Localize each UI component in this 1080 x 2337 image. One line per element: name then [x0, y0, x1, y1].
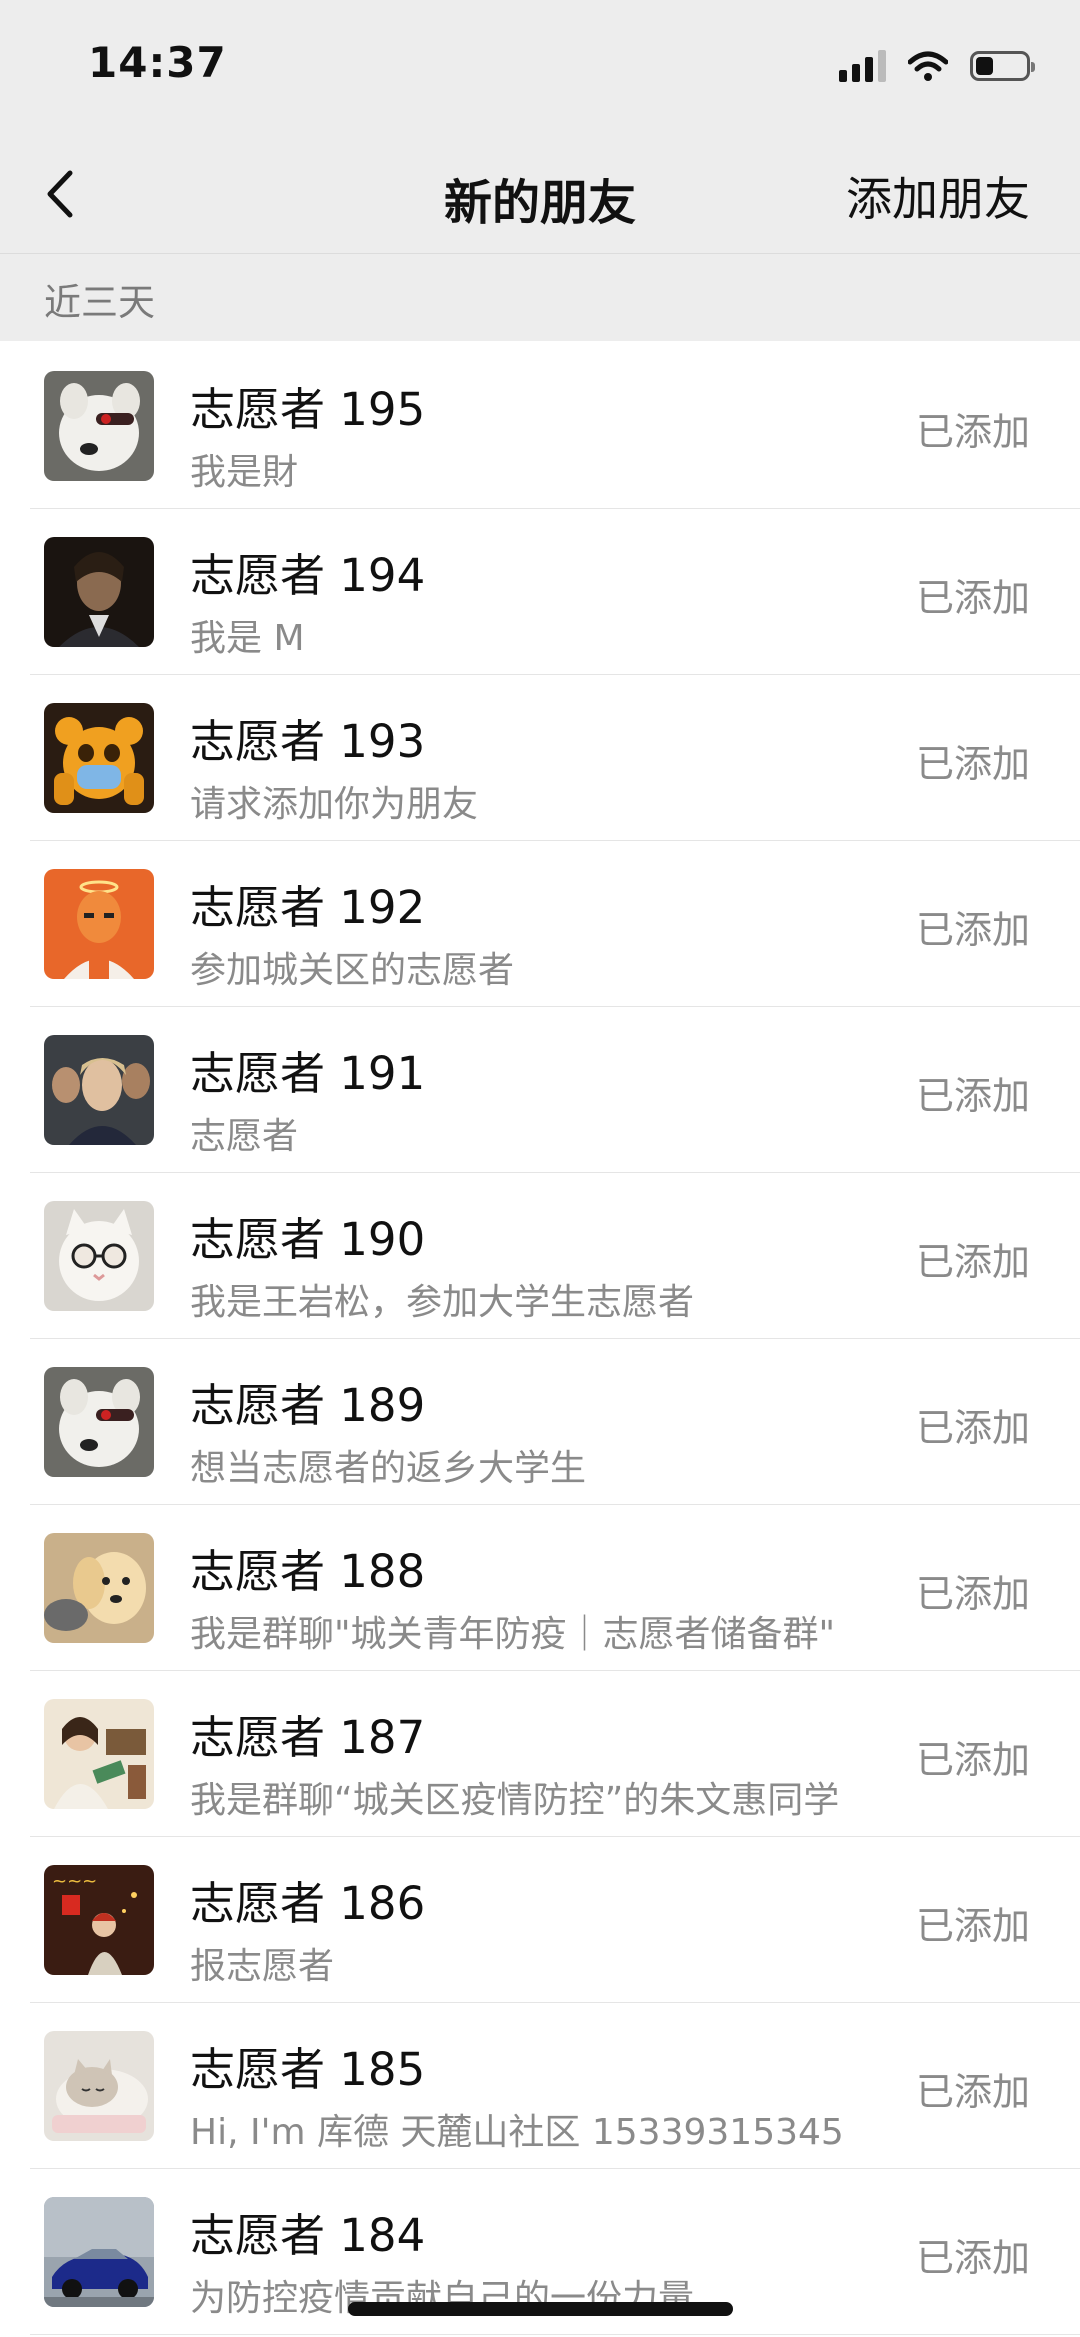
orange-character-avatar[interactable]	[44, 869, 154, 979]
navigation-bar: 新的朋友 添加朋友	[0, 135, 1080, 253]
friend-request-row[interactable]: ~~~ 志愿者 186 报志愿者 已添加	[0, 1837, 1080, 2003]
friend-request-list: 志愿者 195 我是財 已添加 志愿者 194 我是 M 已添加 志愿者 193…	[0, 343, 1080, 2335]
avatar-image	[44, 1201, 154, 1311]
dark-portrait-avatar[interactable]	[44, 537, 154, 647]
home-indicator[interactable]	[348, 2302, 733, 2316]
avatar-image	[44, 1035, 154, 1145]
add-friend-button[interactable]: 添加朋友	[846, 163, 1030, 229]
friend-request-row[interactable]: 志愿者 185 Hi, I'm 库德 天麓山社区 15339315345 已添加	[0, 2003, 1080, 2169]
friend-request-message: 想当志愿者的返乡大学生	[190, 1448, 587, 1489]
added-status-label: 已添加	[915, 2070, 1030, 2114]
added-status-label: 已添加	[915, 1074, 1030, 1118]
avatar-image	[44, 1367, 154, 1477]
friend-name: 志愿者 188	[190, 1545, 426, 1598]
friend-request-message: 我是王岩松，参加大学生志愿者	[190, 1282, 695, 1323]
friend-name: 志愿者 190	[190, 1213, 426, 1266]
friend-request-message: 我是 M	[190, 618, 305, 659]
friend-request-message: 我是財	[190, 452, 299, 493]
friend-name: 志愿者 187	[190, 1711, 426, 1764]
avatar-image	[44, 1699, 154, 1809]
battery-icon	[970, 51, 1035, 81]
friend-name: 志愿者 186	[190, 1877, 426, 1930]
added-status-label: 已添加	[915, 1240, 1030, 1284]
friend-name: 志愿者 191	[190, 1047, 426, 1100]
added-status-label: 已添加	[915, 742, 1030, 786]
friend-request-message: 我是群聊“城关区疫情防控”的朱文惠同学	[190, 1780, 840, 1821]
friend-request-row[interactable]: 志愿者 195 我是財 已添加	[0, 343, 1080, 509]
section-label: 近三天	[44, 281, 155, 324]
masked-bear-avatar[interactable]	[44, 703, 154, 813]
avatar-image	[44, 2197, 154, 2307]
avatar-image	[44, 703, 154, 813]
wifi-icon	[908, 51, 948, 81]
blue-car-avatar[interactable]	[44, 2197, 154, 2307]
added-status-label: 已添加	[915, 1406, 1030, 1450]
friend-name: 志愿者 184	[190, 2209, 426, 2262]
avatar-image	[44, 371, 154, 481]
friend-request-row[interactable]: 志愿者 191 志愿者 已添加	[0, 1007, 1080, 1173]
white-dog-avatar[interactable]	[44, 1367, 154, 1477]
avatar-image	[44, 1533, 154, 1643]
added-status-label: 已添加	[915, 1738, 1030, 1782]
avatar-image	[44, 2031, 154, 2141]
avatar-image	[44, 537, 154, 647]
friend-request-row[interactable]: 志愿者 190 我是王岩松，参加大学生志愿者 已添加	[0, 1173, 1080, 1339]
friend-request-row[interactable]: 志愿者 189 想当志愿者的返乡大学生 已添加	[0, 1339, 1080, 1505]
added-status-label: 已添加	[915, 908, 1030, 952]
added-status-label: 已添加	[915, 1572, 1030, 1616]
friend-name: 志愿者 195	[190, 383, 426, 436]
white-dog-avatar[interactable]	[44, 371, 154, 481]
status-icons	[839, 46, 1035, 86]
illustration-girl-avatar[interactable]	[44, 1699, 154, 1809]
friend-request-row[interactable]: 志愿者 187 我是群聊“城关区疫情防控”的朱文惠同学 已添加	[0, 1671, 1080, 1837]
section-header: 近三天	[0, 253, 1080, 341]
festival-avatar[interactable]: ~~~	[44, 1865, 154, 1975]
avatar-image: ~~~	[44, 1865, 154, 1975]
friend-name: 志愿者 192	[190, 881, 426, 934]
friend-request-message: 请求添加你为朋友	[190, 784, 479, 825]
friend-name: 志愿者 194	[190, 549, 426, 602]
friend-name: 志愿者 193	[190, 715, 426, 768]
friend-request-message: 参加城关区的志愿者	[190, 950, 515, 991]
friend-request-row[interactable]: 志愿者 192 参加城关区的志愿者 已添加	[0, 841, 1080, 1007]
puppy-avatar[interactable]	[44, 1533, 154, 1643]
cat-sunglasses-avatar[interactable]	[44, 1201, 154, 1311]
svg-text:~~~: ~~~	[52, 1871, 97, 1892]
friend-request-row[interactable]: 志愿者 193 请求添加你为朋友 已添加	[0, 675, 1080, 841]
friend-request-message: Hi, I'm 库德 天麓山社区 15339315345	[190, 2112, 844, 2153]
friend-request-message: 志愿者	[190, 1116, 299, 1157]
friend-request-row[interactable]: 志愿者 194 我是 M 已添加	[0, 509, 1080, 675]
movie-portrait-avatar[interactable]	[44, 1035, 154, 1145]
friend-name: 志愿者 189	[190, 1379, 426, 1432]
battery-level	[976, 57, 993, 75]
sleeping-cat-avatar[interactable]	[44, 2031, 154, 2141]
added-status-label: 已添加	[915, 410, 1030, 454]
friend-request-message: 报志愿者	[190, 1946, 335, 1987]
added-status-label: 已添加	[915, 2236, 1030, 2280]
status-time: 14:37	[88, 38, 227, 87]
status-bar: 14:37	[0, 0, 1080, 135]
friend-request-row[interactable]: 志愿者 188 我是群聊"城关青年防疫｜志愿者储备群" 已添加	[0, 1505, 1080, 1671]
avatar-image	[44, 869, 154, 979]
added-status-label: 已添加	[915, 576, 1030, 620]
cellular-signal-icon	[839, 50, 886, 82]
friend-name: 志愿者 185	[190, 2043, 426, 2096]
added-status-label: 已添加	[915, 1904, 1030, 1948]
friend-request-message: 我是群聊"城关青年防疫｜志愿者储备群"	[190, 1614, 836, 1655]
